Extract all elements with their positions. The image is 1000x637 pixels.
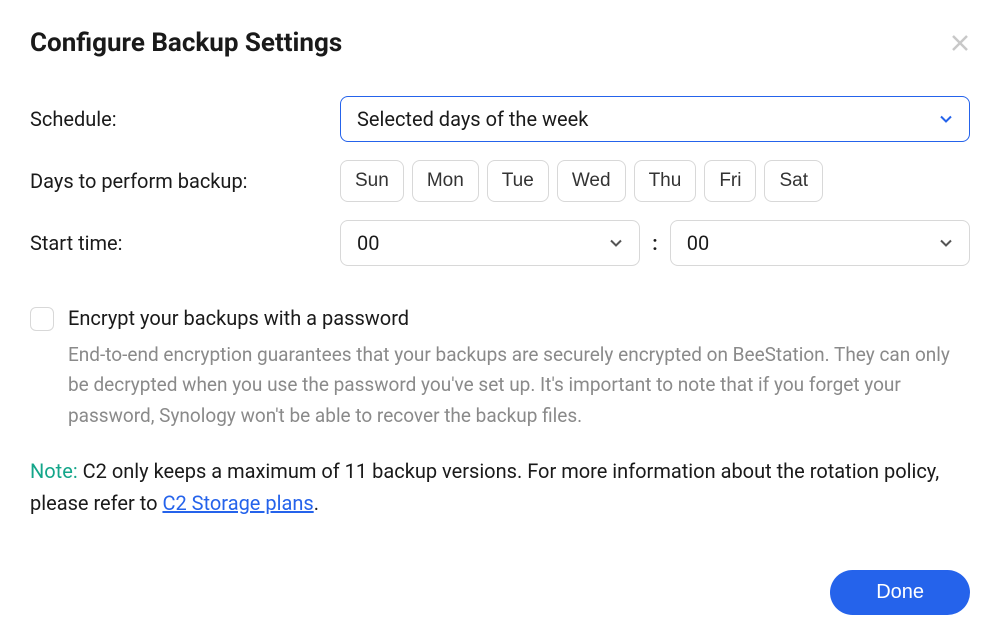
- encrypt-label: Encrypt your backups with a password: [68, 306, 970, 330]
- day-btn-wed[interactable]: Wed: [557, 160, 626, 202]
- chevron-down-icon: [939, 236, 953, 250]
- encrypt-content: Encrypt your backups with a password End…: [68, 306, 970, 431]
- day-btn-sun[interactable]: Sun: [340, 160, 404, 202]
- chevron-down-icon: [939, 112, 953, 126]
- day-btn-thu[interactable]: Thu: [634, 160, 697, 202]
- dialog-header: Configure Backup Settings: [30, 28, 970, 58]
- day-btn-mon[interactable]: Mon: [412, 160, 479, 202]
- hour-select[interactable]: 00: [340, 220, 640, 266]
- done-button[interactable]: Done: [830, 570, 970, 615]
- chevron-down-icon: [609, 236, 623, 250]
- close-icon[interactable]: [950, 33, 970, 53]
- day-btn-fri[interactable]: Fri: [704, 160, 756, 202]
- encrypt-checkbox[interactable]: [30, 307, 54, 331]
- day-btn-tue[interactable]: Tue: [487, 160, 549, 202]
- time-separator: :: [652, 231, 657, 255]
- dialog-title: Configure Backup Settings: [30, 28, 342, 58]
- dialog-footer: Done: [830, 570, 970, 615]
- encrypt-description: End-to-end encryption guarantees that yo…: [68, 340, 970, 431]
- encrypt-section: Encrypt your backups with a password End…: [30, 306, 970, 431]
- time-row-group: 00 : 00: [340, 220, 970, 266]
- note-section: Note: C2 only keeps a maximum of 11 back…: [30, 455, 970, 519]
- hour-value: 00: [357, 231, 379, 255]
- day-btn-sat[interactable]: Sat: [764, 160, 823, 202]
- note-prefix: Note:: [30, 459, 78, 483]
- note-text-after: .: [314, 491, 319, 515]
- minute-select[interactable]: 00: [670, 220, 970, 266]
- start-time-row: Start time: 00 : 00: [30, 220, 970, 266]
- start-time-label: Start time:: [30, 231, 340, 255]
- schedule-value: Selected days of the week: [357, 107, 588, 131]
- days-label: Days to perform backup:: [30, 169, 340, 193]
- c2-storage-plans-link[interactable]: C2 Storage plans: [162, 491, 313, 515]
- schedule-select[interactable]: Selected days of the week: [340, 96, 970, 142]
- day-buttons-group: Sun Mon Tue Wed Thu Fri Sat: [340, 160, 823, 202]
- schedule-row: Schedule: Selected days of the week: [30, 96, 970, 142]
- days-row: Days to perform backup: Sun Mon Tue Wed …: [30, 160, 970, 202]
- schedule-label: Schedule:: [30, 107, 340, 131]
- minute-value: 00: [687, 231, 709, 255]
